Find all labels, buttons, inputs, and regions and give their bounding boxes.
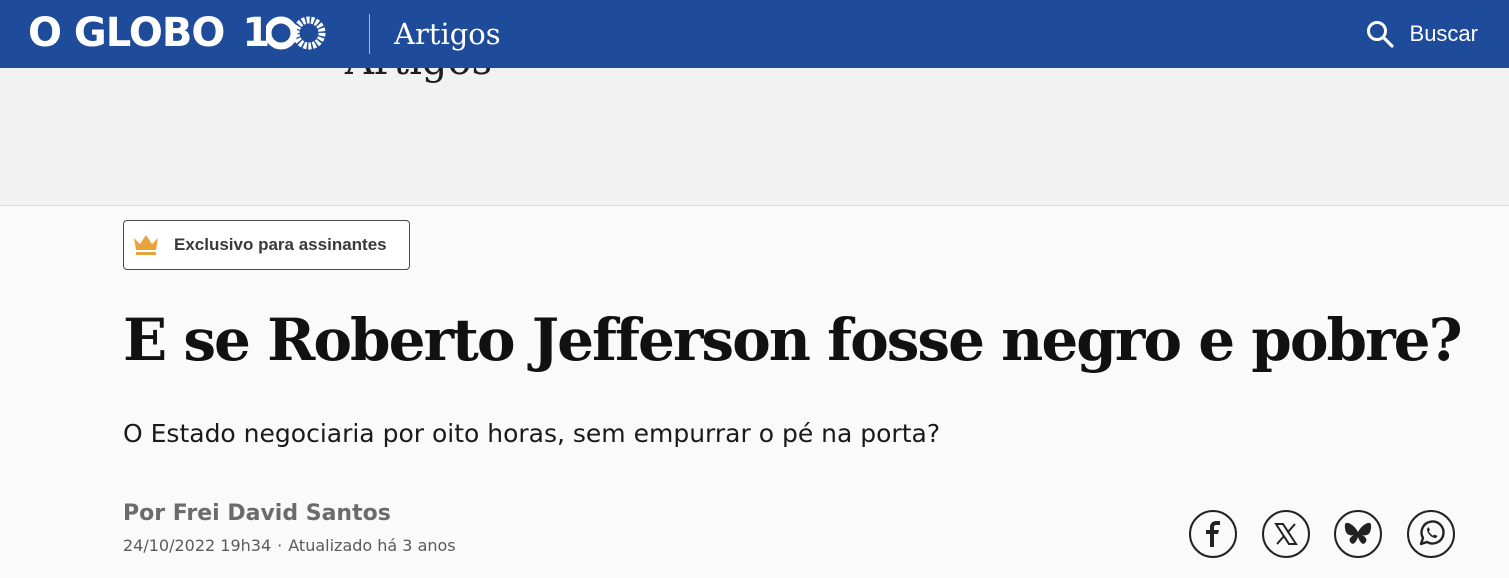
logo-100-anniversary: 1 (242, 10, 326, 56)
header-divider (369, 14, 370, 54)
article-subtitle: O Estado negociaria por oito horas, sem … (123, 419, 941, 448)
o-globo-logo[interactable]: O GLOBO 1 (28, 10, 326, 56)
share-bluesky-button[interactable] (1334, 510, 1382, 558)
bluesky-icon (1344, 522, 1372, 544)
author-byline[interactable]: Por Frei David Santos (123, 499, 391, 529)
x-icon (1274, 523, 1298, 545)
banner-ghost-logo (125, 68, 305, 72)
search-label: Buscar (1409, 21, 1478, 46)
search-icon (1366, 21, 1394, 48)
exclusive-badge: Exclusivo para assinantes (123, 220, 410, 270)
section-title[interactable]: Artigos (394, 14, 501, 54)
share-whatsapp-button[interactable] (1407, 510, 1455, 558)
article-dateline: 24/10/2022 19h34 · Atualizado há 3 anos (123, 534, 456, 558)
whatsapp-icon (1419, 520, 1445, 546)
date-separator: · (277, 536, 283, 555)
logo-100-zeros-icon (266, 16, 326, 50)
published-date: 24/10/2022 19h34 (123, 536, 272, 555)
share-facebook-button[interactable] (1189, 510, 1237, 558)
search-button[interactable]: Buscar (1366, 14, 1478, 54)
top-header: O GLOBO 1 Artigos Buscar (0, 0, 1509, 68)
article-headline: E se Roberto Jefferson fosse negro e pob… (123, 306, 1463, 374)
facebook-icon (1206, 521, 1220, 547)
share-x-button[interactable] (1262, 510, 1310, 558)
updated-date: Atualizado há 3 anos (288, 536, 456, 555)
crown-icon (134, 235, 158, 255)
ad-banner: Artigos (0, 68, 1509, 206)
exclusive-badge-label: Exclusivo para assinantes (174, 235, 387, 254)
logo-text: O GLOBO (28, 10, 225, 56)
banner-ghost-text: Artigos (345, 68, 492, 84)
